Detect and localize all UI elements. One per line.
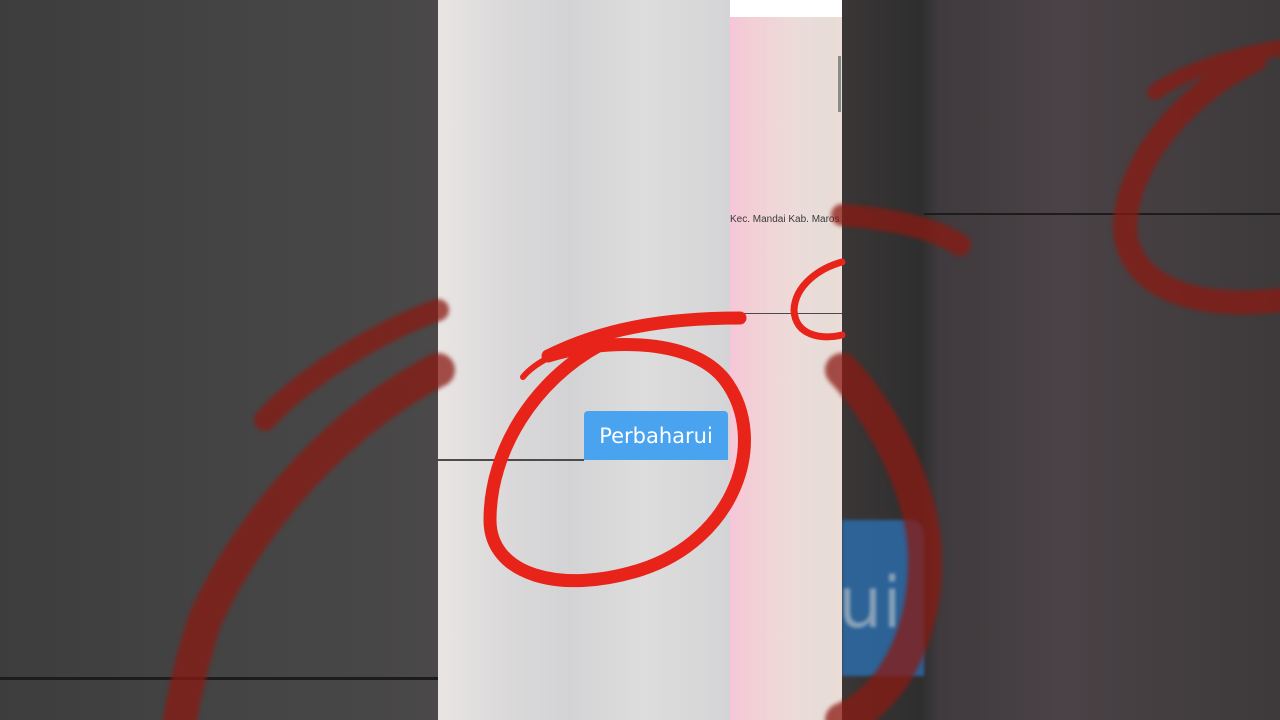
annotation-overlay: [163, 40, 1280, 720]
blurred-annotation-left: [163, 299, 455, 720]
annotation-circle: [790, 258, 846, 341]
blurred-annotation-right: [825, 40, 1280, 720]
annotation-circle: [483, 311, 751, 588]
